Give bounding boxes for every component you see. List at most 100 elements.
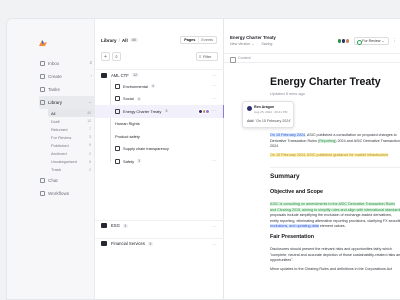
- list-item[interactable]: Human Rights: [95, 117, 317, 131]
- library-item-count: 9: [89, 143, 91, 148]
- highlighted-text[interactable]: On 15 February 2024, ASIC published guid…: [270, 153, 389, 157]
- filter-button[interactable]: ≡ Filter: [196, 52, 218, 61]
- breadcrumb[interactable]: Content: [224, 53, 400, 63]
- document-pane: Energy Charter Treaty New Version ⌄ · Sa…: [224, 19, 400, 299]
- sidebar-item-create[interactable]: Create ›: [39, 70, 95, 83]
- list-item[interactable]: Social 4 ···: [95, 93, 224, 106]
- page-title: Energy Charter Treaty: [270, 76, 381, 88]
- topic-icon: [115, 96, 120, 102]
- list-item[interactable]: Safety 3 ···: [95, 155, 224, 168]
- library-for-review[interactable]: For Review 3: [51, 133, 95, 141]
- tasks-icon: [40, 87, 45, 92]
- list-item[interactable]: Supply chain transparency: [95, 143, 224, 156]
- comment-time: Aug 25, 2024 · 09:41 PM: [254, 110, 288, 114]
- sidebar-item-label: Create: [48, 74, 62, 79]
- item-count: 3: [137, 159, 142, 164]
- library-item-label: Trash: [51, 167, 62, 173]
- avatar: [205, 108, 210, 114]
- library-count: 40: [129, 38, 138, 42]
- library-published[interactable]: Published 9: [51, 141, 95, 149]
- library-item-label: Returned: [51, 126, 68, 132]
- sidebar: Inbox 2 Create › Tasks Library ⌄ All 40 D…: [7, 19, 95, 299]
- library-tree: AML CTF 12 ··· Environmental 4 ··· Socia…: [95, 69, 317, 249]
- chevron-down-icon: ⌄: [381, 39, 385, 43]
- review-status-dropdown[interactable]: For Review ⌄: [354, 37, 389, 45]
- sidebar-item-inbox[interactable]: Inbox 2: [39, 57, 95, 70]
- library-archived[interactable]: Archived 2: [51, 149, 95, 157]
- library-uncategorised[interactable]: Uncategorised 5: [51, 158, 95, 166]
- folder-row[interactable]: AML CTF 12 ···: [95, 69, 224, 80]
- library-view: All: [121, 37, 128, 43]
- more-icon[interactable]: ···: [211, 242, 217, 247]
- highlighted-text[interactable]: and Clearing 2015, aiming to simplify ru…: [270, 207, 400, 212]
- folder-row[interactable]: Financial Services 5 ···: [95, 237, 224, 249]
- tab-pages[interactable]: Pages: [181, 37, 199, 43]
- library-submenu: All 40 Draft 12 Returned 7 For Review 3 Publ…: [39, 109, 95, 174]
- topic-icon: [115, 158, 120, 164]
- folder-icon: [101, 241, 107, 246]
- more-icon[interactable]: ···: [211, 83, 217, 88]
- comment-popover[interactable]: Ren Aragon Aug 25, 2024 · 09:41 PM Add: …: [242, 101, 294, 128]
- sidebar-item-chat[interactable]: Chat: [39, 174, 95, 187]
- text-run: "complete, neutral and accurate depictio…: [270, 252, 400, 257]
- highlighted-text[interactable]: On 15 February 2024: [270, 133, 306, 137]
- folder-row[interactable]: ESG 3 ···: [95, 219, 224, 231]
- more-icon[interactable]: ···: [211, 108, 217, 113]
- folder-label: ESG: [111, 223, 120, 228]
- more-icon[interactable]: ···: [211, 73, 217, 78]
- item-label: Energy Charter Treaty: [123, 108, 162, 114]
- divider: [270, 167, 400, 168]
- list-item[interactable]: Environmental 4 ···: [95, 80, 224, 93]
- search-icon[interactable]: ⌕: [112, 52, 121, 61]
- more-icon[interactable]: ···: [211, 224, 217, 229]
- sidebar-item-tasks[interactable]: Tasks: [39, 83, 95, 96]
- workflow-icon: [40, 190, 45, 196]
- folder-icon: [101, 223, 107, 228]
- library-item-label: All: [51, 110, 56, 116]
- library-title[interactable]: Library: [101, 38, 117, 43]
- item-label: Safety: [123, 158, 135, 164]
- list-item-selected[interactable]: Energy Charter Treaty 5 ···: [95, 105, 224, 118]
- library-trash[interactable]: Trash 2: [51, 166, 95, 174]
- highlighted-text[interactable]: Reporting: [319, 138, 336, 143]
- section-heading: Fair Presentation: [270, 234, 315, 240]
- library-all[interactable]: All 40: [48, 109, 95, 118]
- paragraph: Minor updates to the Clearing Rules and …: [270, 267, 400, 272]
- folder-label: AML CTF: [111, 72, 129, 78]
- paragraph: On 15 February 2024, ASIC published guid…: [270, 153, 400, 158]
- more-icon[interactable]: ⋮: [393, 38, 398, 44]
- chevron-down-icon[interactable]: ⌄: [251, 42, 254, 46]
- paragraph: opportunities".: [270, 258, 400, 263]
- folder-count: 3: [122, 223, 128, 228]
- topic-icon: [115, 146, 120, 152]
- list-item[interactable]: Product safety: [95, 130, 317, 143]
- highlighted-text[interactable]: exclusions, and updating data: [270, 224, 319, 228]
- library-item-count: 2: [89, 151, 91, 156]
- folder-count: 5: [147, 241, 153, 246]
- more-icon[interactable]: ···: [211, 158, 217, 163]
- avatar: [247, 106, 252, 111]
- more-icon[interactable]: ···: [211, 96, 217, 101]
- item-label: Social: [123, 96, 134, 102]
- new-version-dropdown[interactable]: New Version: [230, 42, 250, 46]
- highlighted-text[interactable]: ASIC is consulting on amendments to the …: [270, 202, 396, 206]
- sidebar-item-workflows[interactable]: Workflows: [39, 187, 95, 200]
- library-item-label: Archived: [51, 151, 67, 157]
- library-item-count: 40: [87, 111, 91, 116]
- text-run: Derivative Transaction Rules (: [270, 138, 320, 143]
- item-label: Environmental: [123, 83, 148, 89]
- library-draft[interactable]: Draft 12: [51, 117, 95, 125]
- library-returned[interactable]: Returned 7: [51, 125, 95, 133]
- filter-icon: ≡: [199, 54, 202, 59]
- inbox-icon: [40, 61, 45, 66]
- avatar[interactable]: [344, 38, 351, 44]
- library-header: Library / All 40 Pages Events: [95, 33, 224, 47]
- section-heading: Summary: [270, 173, 300, 180]
- tab-events[interactable]: Events: [198, 37, 216, 43]
- app-logo-icon[interactable]: [38, 39, 48, 47]
- add-icon[interactable]: +: [101, 52, 110, 61]
- sidebar-item-library[interactable]: Library ⌄: [39, 96, 95, 109]
- topic-icon: [115, 83, 120, 89]
